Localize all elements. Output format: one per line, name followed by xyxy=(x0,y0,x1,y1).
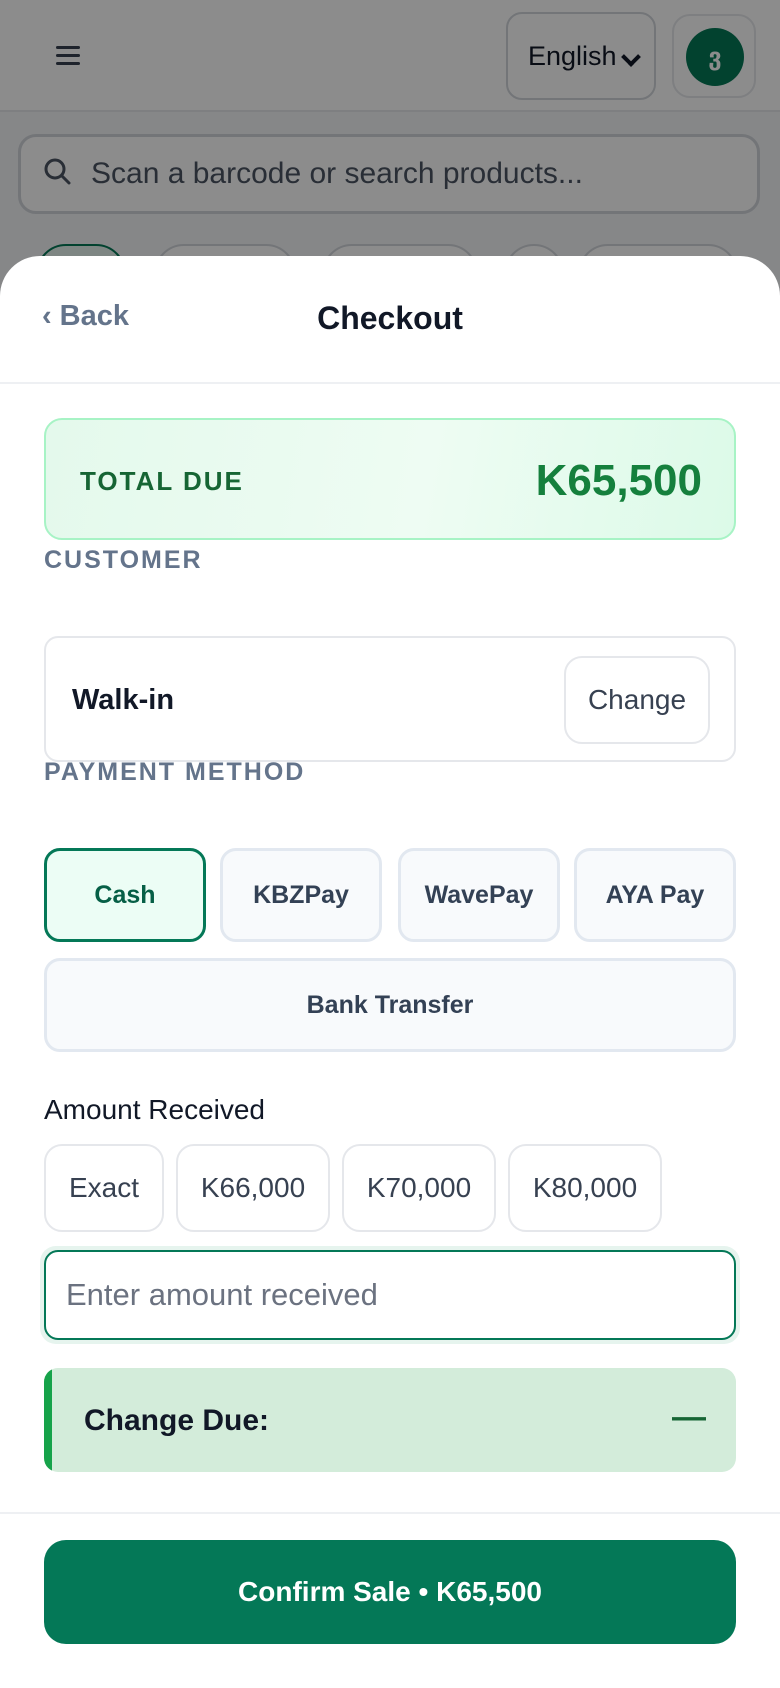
customer-section-label: CUSTOMER xyxy=(44,546,203,574)
page-title: Checkout xyxy=(317,300,463,336)
change-due-accent-bar xyxy=(44,1368,52,1472)
quick-amount-button[interactable]: K70,000 xyxy=(342,1144,496,1232)
payment-method-section-label: PAYMENT METHOD xyxy=(44,758,306,786)
amount-received-input[interactable] xyxy=(44,1250,736,1340)
quick-amount-button[interactable]: K80,000 xyxy=(508,1144,662,1232)
customer-card: Walk-in Change xyxy=(44,636,736,762)
payment-method-wavepay[interactable]: WavePay xyxy=(398,848,560,942)
change-customer-button[interactable]: Change xyxy=(564,656,710,744)
total-due-label: TOTAL DUE xyxy=(80,466,244,496)
quick-amount-exact[interactable]: Exact xyxy=(44,1144,164,1232)
amount-input-focus-ring xyxy=(40,1246,740,1344)
checkout-sheet: ‹ Back Checkout TOTAL DUE K65,500 CUSTOME… xyxy=(0,256,780,1688)
payment-method-kbzpay[interactable]: KBZPay xyxy=(220,848,382,942)
change-due-panel: Change Due: — xyxy=(44,1368,736,1472)
change-due-label: Change Due: xyxy=(84,1404,270,1437)
total-due-card: TOTAL DUE K65,500 xyxy=(44,418,736,540)
sheet-header: ‹ Back Checkout xyxy=(0,256,780,384)
customer-name: Walk-in xyxy=(72,684,175,716)
quick-amount-button[interactable]: K66,000 xyxy=(176,1144,330,1232)
change-due-value: — xyxy=(672,1398,706,1436)
footer-divider xyxy=(0,1512,780,1514)
total-due-amount: K65,500 xyxy=(535,456,702,505)
payment-method-cash[interactable]: Cash xyxy=(44,848,206,942)
payment-method-bank-transfer[interactable]: Bank Transfer xyxy=(44,958,736,1052)
amount-received-label: Amount Received xyxy=(44,1094,266,1125)
confirm-sale-button[interactable]: Confirm Sale • K65,500 xyxy=(44,1540,736,1644)
payment-method-ayapay[interactable]: AYA Pay xyxy=(574,848,736,942)
